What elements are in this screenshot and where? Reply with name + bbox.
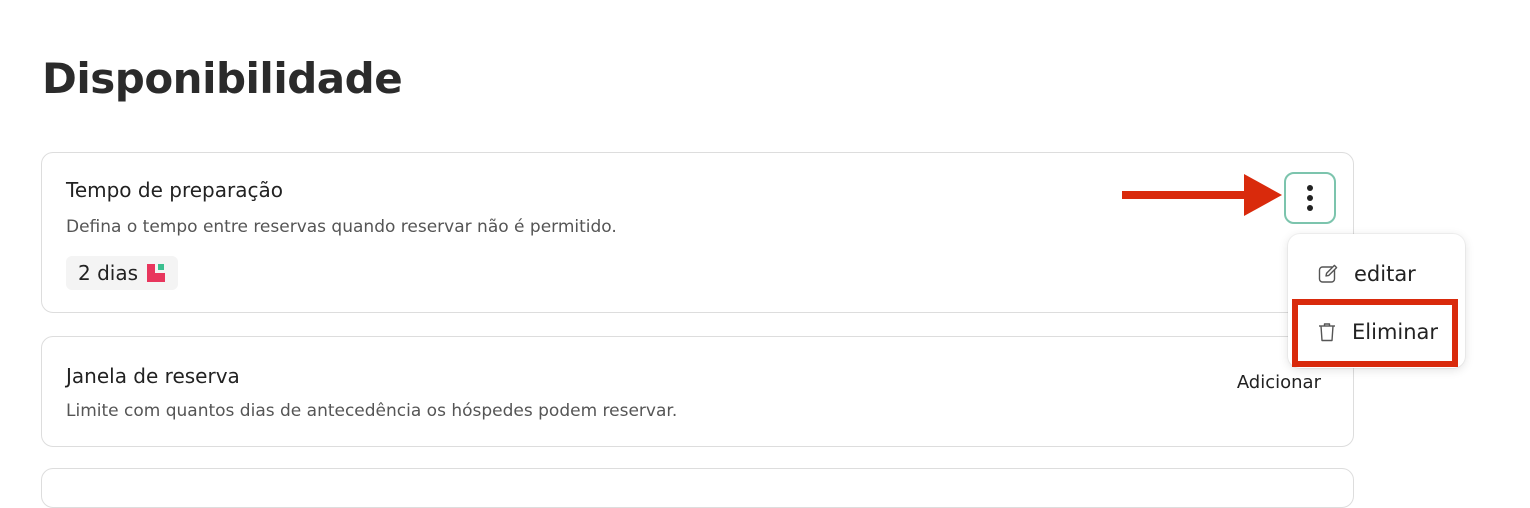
red-arrow-annotation [1122,172,1282,222]
menu-item-delete[interactable]: Eliminar [1288,306,1465,358]
menu-item-edit[interactable]: editar [1288,248,1465,300]
page-title: Disponibilidade [42,54,403,103]
add-button[interactable]: Adicionar [1237,372,1321,393]
card-title: Janela de reserva [66,364,240,388]
card-description: Limite com quantos dias de antecedência … [66,401,678,421]
card-description: Defina o tempo entre reservas quando res… [66,217,617,237]
options-menu: editar Eliminar [1288,234,1465,368]
menu-item-label: Eliminar [1352,320,1439,344]
brand-logo [146,263,166,283]
value-chip: 2 dias [66,256,179,290]
vertical-dots-icon [1306,184,1314,212]
pencil-edit-icon [1318,264,1338,284]
more-options-button[interactable] [1284,172,1336,224]
menu-item-label: editar [1354,262,1416,286]
value-chip-label: 2 dias [78,261,139,285]
trash-icon [1318,322,1336,342]
card-booking-window: Janela de reserva Limite com quantos dia… [41,336,1354,447]
card-partial [41,468,1354,508]
card-title: Tempo de preparação [66,178,283,202]
